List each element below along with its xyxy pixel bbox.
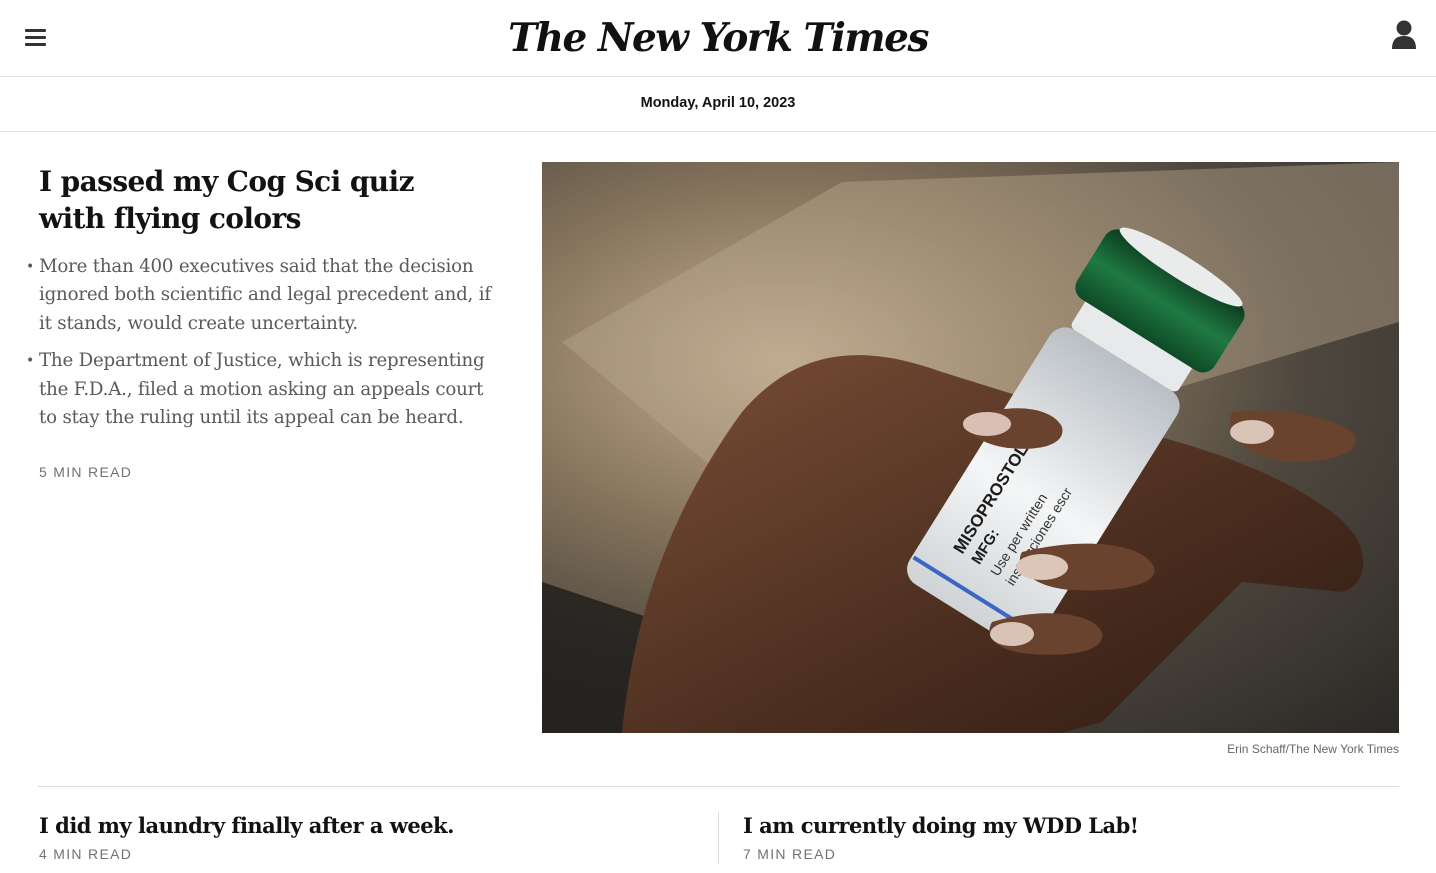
story-read-time: 7 MIN READ [743, 846, 837, 862]
lead-story-image[interactable]: MISOPROSTOL TAB MFG: Use per written ins… [542, 162, 1399, 733]
section-divider [38, 786, 1399, 787]
masthead: The New York Times [0, 0, 1436, 77]
column-divider [718, 812, 719, 864]
summary-item[interactable]: • More than 400 executives said that the… [26, 253, 499, 338]
image-credit: Erin Schaff/The New York Times [1227, 742, 1399, 756]
user-account-icon[interactable] [1388, 18, 1420, 52]
summary-text: The Department of Justice, which is repr… [39, 350, 485, 429]
summary-item[interactable]: • The Department of Justice, which is re… [26, 347, 499, 432]
lead-story-read-time: 5 MIN READ [39, 464, 133, 480]
summary-text: More than 400 executives said that the d… [39, 256, 491, 334]
nyt-logo[interactable]: The New York Times [468, 12, 968, 64]
menu-line [25, 43, 46, 46]
bullet-icon: • [26, 259, 35, 275]
hamburger-menu-icon[interactable] [18, 22, 54, 52]
lead-story-headline[interactable]: I passed my Cog Sci quiz with flying col… [39, 163, 479, 237]
menu-line [25, 36, 46, 39]
dateline-bar: Monday, April 10, 2023 [0, 77, 1436, 132]
bullet-icon: • [26, 353, 35, 370]
story-headline[interactable]: I am currently doing my WDD Lab! [743, 812, 1139, 840]
lead-story-summary: • More than 400 executives said that the… [26, 253, 499, 441]
story-read-time: 4 MIN READ [39, 846, 133, 862]
story-headline[interactable]: I did my laundry finally after a week. [39, 812, 454, 840]
dateline: Monday, April 10, 2023 [640, 95, 796, 111]
menu-line [25, 29, 46, 32]
